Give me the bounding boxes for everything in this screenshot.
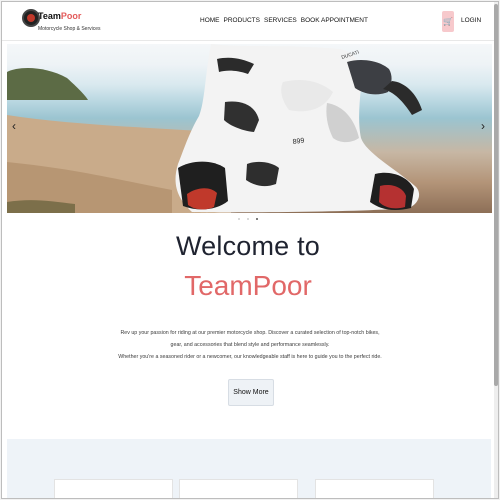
show-more-button[interactable]: Show More <box>228 379 274 406</box>
nav-home[interactable]: HOME <box>200 17 220 24</box>
brand-main: Team <box>38 11 61 21</box>
nav-services[interactable]: SERVICES <box>264 17 297 24</box>
hero-image: DUCATI 899 <box>7 44 422 213</box>
page-scrollbar-thumb[interactable] <box>494 4 498 386</box>
carousel-dot-2[interactable] <box>247 218 249 220</box>
site-header: TeamPoor Motorcycle Shop & Services HOME… <box>2 2 494 41</box>
cart-icon: 🛒 <box>443 17 453 26</box>
chevron-left-icon: ‹ <box>12 119 16 133</box>
login-link[interactable]: LOGIN <box>461 17 481 24</box>
browser-viewport: TeamPoor Motorcycle Shop & Services HOME… <box>1 1 499 499</box>
brand-name[interactable]: TeamPoor <box>38 11 81 21</box>
carousel-next-button[interactable]: › <box>481 119 485 133</box>
cart-button[interactable]: 🛒 <box>442 11 454 32</box>
page-scrollbar[interactable] <box>494 2 498 498</box>
feature-card-1[interactable] <box>54 479 173 498</box>
hero-carousel: DUCATI 899 ‹ › <box>7 44 492 213</box>
intro-paragraph: Rev up your passion for riding at our pr… <box>92 327 408 363</box>
carousel-dot-1[interactable] <box>238 218 240 220</box>
carousel-indicators <box>238 218 258 220</box>
main-nav: HOME PRODUCTS SERVICES BOOK APPOINTMENT <box>200 17 368 24</box>
feature-card-2[interactable] <box>179 479 298 498</box>
brand-accent: Poor <box>60 11 82 21</box>
intro-line-2: gear, and accessories that blend style a… <box>170 342 330 348</box>
nav-book-appointment[interactable]: BOOK APPOINTMENT <box>301 17 368 24</box>
chevron-right-icon: › <box>481 119 485 133</box>
welcome-heading: Welcome to <box>175 231 321 261</box>
carousel-dot-3[interactable] <box>256 218 258 220</box>
intro-line-1: Rev up your passion for riding at our pr… <box>120 330 380 336</box>
intro-line-3: Whether you're a seasoned rider or a new… <box>118 354 382 360</box>
nav-products[interactable]: PRODUCTS <box>224 17 260 24</box>
brand-tagline: Motorcycle Shop & Services <box>38 26 101 32</box>
feature-card-3[interactable] <box>315 479 434 498</box>
carousel-prev-button[interactable]: ‹ <box>12 119 16 133</box>
welcome-brand: TeamPoor <box>184 270 312 301</box>
